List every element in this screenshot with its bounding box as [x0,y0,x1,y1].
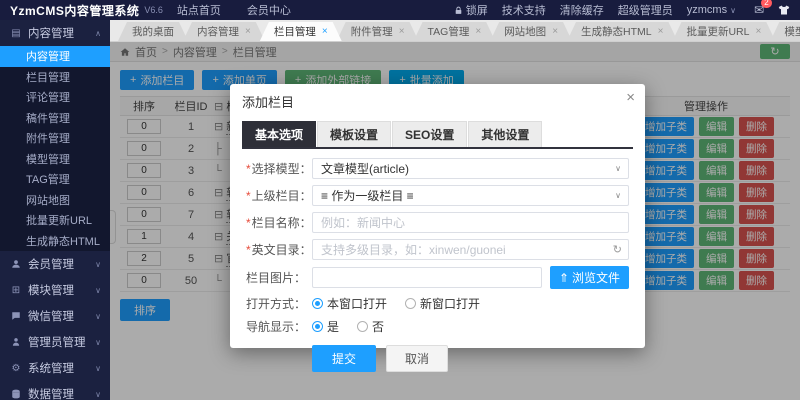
modal-tabs: 基本选项 模板设置 SEO设置 其他设置 [242,121,633,149]
sidebar-item-sitemap[interactable]: 网站地图 [0,190,110,211]
sidebar-item-content[interactable]: 内容管理 [0,46,110,67]
tab-my-desktop[interactable]: 我的桌面 [118,22,188,41]
tab-model-manage[interactable]: 模型管理× [770,22,800,41]
lock-icon [454,6,463,15]
category-image-input[interactable] [312,267,542,288]
close-icon[interactable]: × [399,26,405,37]
sidebar-item-category[interactable]: 栏目管理 [0,67,110,88]
browse-file-button[interactable]: ⇑ 浏览文件 [550,266,629,289]
close-icon[interactable]: × [658,26,664,37]
theme-skin-button[interactable] [778,4,790,16]
parent-category-select[interactable]: ≡ 作为一级栏目 ≡ [312,185,629,206]
clear-cache-button[interactable]: 清除缓存 [560,2,604,18]
sidebar-group-data[interactable]: 数据管理 ∨ [0,381,110,400]
sidebar-item-comment[interactable]: 评论管理 [0,87,110,108]
tech-support-link[interactable]: 技术支持 [502,2,546,18]
user-menu[interactable]: yzmcms ∨ [687,4,736,16]
dir-label: 英文目录： [252,243,312,257]
sidebar-group-system[interactable]: ⚙ 系统管理 ∨ [0,355,110,381]
database-icon [9,389,23,399]
radio-icon [357,321,368,332]
site-home-link[interactable]: 站点首页 [177,2,221,18]
radio-nav-yes[interactable]: 是 [312,318,339,335]
radio-icon [312,321,323,332]
sidebar-group-content[interactable]: ▤ 内容管理 ∧ [0,20,110,46]
english-dir-input[interactable] [312,239,629,260]
chevron-down-icon: ∨ [95,364,101,373]
sidebar-item-model[interactable]: 模型管理 [0,149,110,170]
model-label: 选择模型： [252,162,312,176]
person-icon [9,337,23,347]
target-label: 打开方式： [246,297,306,311]
name-label: 栏目名称： [252,216,312,230]
model-select[interactable]: 文章模型(article) [312,158,629,179]
chat-icon [9,311,23,321]
version-label: V6.6 [144,5,163,15]
close-icon[interactable]: × [552,26,558,37]
tab-other-settings[interactable]: 其他设置 [468,121,542,147]
tab-attachment-manage[interactable]: 附件管理× [337,22,419,41]
messages-button[interactable]: ✉ 2 [754,3,764,17]
nav-label: 导航显示： [246,320,306,334]
modal-title: 添加栏目 [242,95,294,110]
sidebar-group-wechat[interactable]: 微信管理 ∨ [0,303,110,329]
sidebar-item-attachment[interactable]: 附件管理 [0,128,110,149]
role-label: 超级管理员 [618,2,673,18]
chevron-down-icon: ∨ [95,338,101,347]
radio-icon [312,298,323,309]
close-icon[interactable]: × [755,26,761,37]
chevron-up-icon: ∧ [95,29,101,38]
member-center-link[interactable]: 会员中心 [247,2,291,18]
sidebar-group-admin[interactable]: 管理员管理 ∨ [0,329,110,355]
tab-batch-url[interactable]: 批量更新URL× [672,22,775,41]
tab-seo-settings[interactable]: SEO设置 [392,121,467,147]
sidebar-item-static-html[interactable]: 生成静态HTML [0,231,110,252]
gear-icon: ⚙ [9,363,23,374]
radio-nav-no[interactable]: 否 [357,318,384,335]
radio-open-self[interactable]: 本窗口打开 [312,295,387,312]
topbar: YzmCMS内容管理系统 V6.6 站点首页 会员中心 锁屏 技术支持 清除缓存… [0,0,800,20]
radio-open-new[interactable]: 新窗口打开 [405,295,480,312]
sidebar-item-batch-url[interactable]: 批量更新URL [0,210,110,231]
sidebar: ▤ 内容管理 ∧ 内容管理 栏目管理 评论管理 稿件管理 附件管理 模型管理 T… [0,20,110,400]
refresh-icon[interactable]: ↻ [613,243,622,256]
chevron-down-icon: ∨ [95,260,101,269]
add-category-modal: 添加栏目 × 基本选项 模板设置 SEO设置 其他设置 *选择模型： 文章模型(… [230,84,645,348]
tab-static-html[interactable]: 生成静态HTML× [567,22,677,41]
sidebar-item-tag[interactable]: TAG管理 [0,169,110,190]
tab-category-manage[interactable]: 栏目管理× [260,22,342,41]
close-icon[interactable]: × [322,26,328,37]
chevron-down-icon: ∨ [95,312,101,321]
message-count-badge: 2 [761,0,772,8]
chevron-down-icon: ∨ [95,390,101,399]
tshirt-icon [778,4,790,16]
tab-content-manage[interactable]: 内容管理× [183,22,265,41]
image-label: 栏目图片： [246,271,306,285]
cancel-button[interactable]: 取消 [386,345,448,372]
upload-icon: ⇑ [559,271,569,285]
grid-icon: ⊞ [9,285,23,296]
brand: YzmCMS内容管理系统 [10,2,139,19]
close-icon[interactable]: × [475,26,481,37]
tab-basic-options[interactable]: 基本选项 [242,121,316,147]
chevron-down-icon: ∨ [730,6,736,15]
tab-tag-manage[interactable]: TAG管理× [414,22,496,41]
lock-screen-button[interactable]: 锁屏 [454,2,488,18]
close-icon[interactable]: × [245,26,251,37]
sidebar-submenu: 内容管理 栏目管理 评论管理 稿件管理 附件管理 模型管理 TAG管理 网站地图… [0,46,110,251]
sidebar-group-member[interactable]: 会员管理 ∨ [0,251,110,277]
sidebar-group-module[interactable]: ⊞ 模块管理 ∨ [0,277,110,303]
chevron-down-icon: ∨ [95,286,101,295]
parent-label: 上级栏目： [252,189,312,203]
tab-sitemap[interactable]: 网站地图× [490,22,572,41]
content-icon: ▤ [9,28,23,39]
radio-icon [405,298,416,309]
tab-template-settings[interactable]: 模板设置 [317,121,391,147]
submit-button[interactable]: 提交 [312,345,376,372]
close-icon[interactable]: × [626,90,635,105]
window-tabbar: 我的桌面 内容管理× 栏目管理× 附件管理× TAG管理× 网站地图× 生成静态… [110,20,800,42]
sidebar-item-draft[interactable]: 稿件管理 [0,108,110,129]
person-icon [9,259,23,269]
category-name-input[interactable] [312,212,629,233]
